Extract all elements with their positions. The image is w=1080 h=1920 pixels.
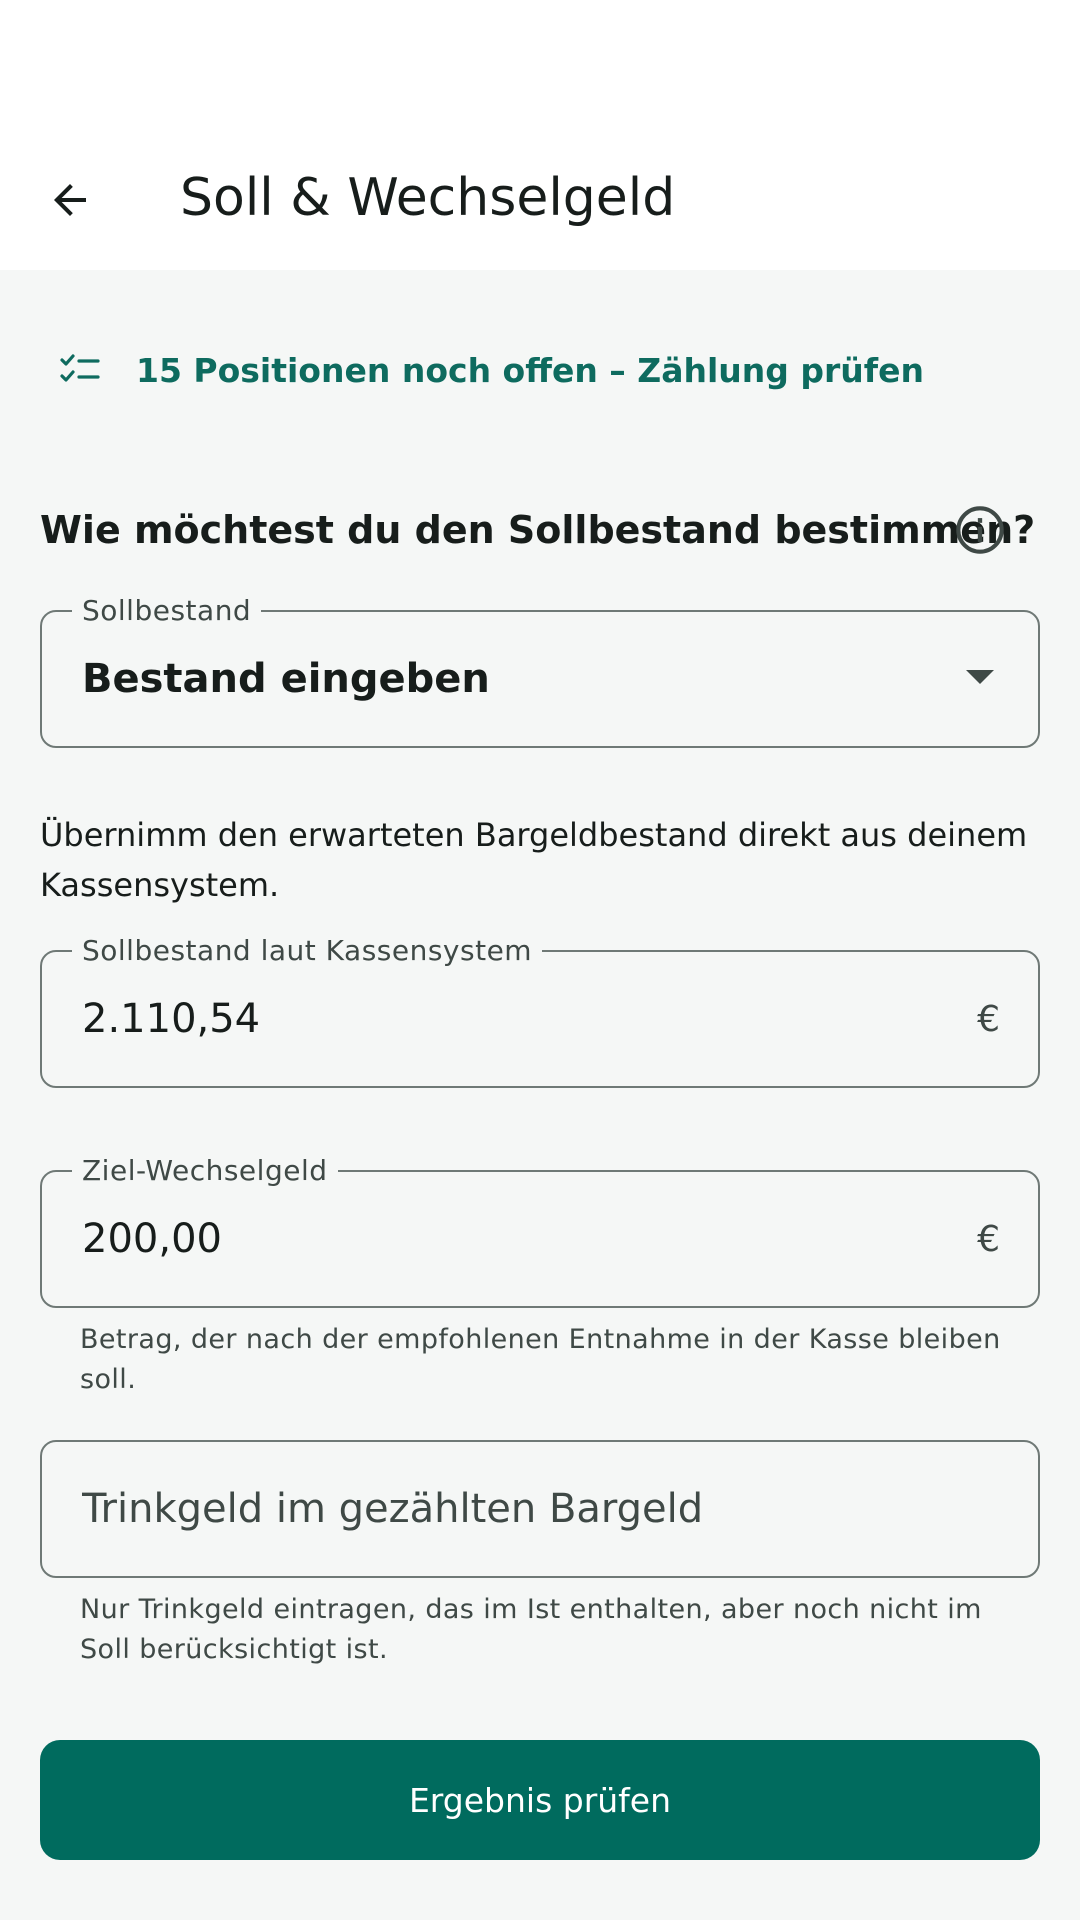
wechselgeld-value: 200,00 bbox=[82, 1216, 222, 1262]
open-positions-label: 15 Positionen noch offen – Zählung prüfe… bbox=[136, 350, 925, 390]
wechselgeld-field[interactable]: Ziel-Wechselgeld 200,00 € bbox=[40, 1155, 1040, 1308]
sollbestand-value: Bestand eingeben bbox=[82, 656, 490, 702]
page-title: Soll & Wechselgeld bbox=[180, 168, 676, 228]
kassensystem-value: 2.110,54 bbox=[82, 996, 261, 1042]
checklist-icon bbox=[60, 350, 116, 390]
sollbestand-select[interactable]: Sollbestand Bestand eingeben bbox=[40, 595, 1040, 748]
trinkgeld-input[interactable] bbox=[82, 1442, 982, 1576]
back-button[interactable] bbox=[38, 168, 102, 232]
info-icon bbox=[956, 506, 1004, 554]
arrow-left-icon bbox=[54, 184, 86, 216]
screen: Soll & Wechselgeld 15 Positionen noch of… bbox=[0, 0, 1080, 1920]
top-app-bar: Soll & Wechselgeld bbox=[0, 0, 1080, 270]
euro-suffix: € bbox=[977, 1218, 1000, 1260]
trinkgeld-field[interactable] bbox=[40, 1440, 1040, 1578]
kassensystem-field[interactable]: Sollbestand laut Kassensystem 2.110,54 € bbox=[40, 935, 1040, 1088]
check-result-button[interactable]: Ergebnis prüfen bbox=[40, 1740, 1040, 1860]
open-positions-link[interactable]: 15 Positionen noch offen – Zählung prüfe… bbox=[60, 340, 924, 400]
trinkgeld-supporting-text: Nur Trinkgeld eintragen, das im Ist enth… bbox=[80, 1594, 982, 1665]
euro-suffix: € bbox=[977, 998, 1000, 1040]
info-button[interactable] bbox=[950, 500, 1010, 560]
description-text: Übernimm den erwarteten Bargeldbestand d… bbox=[40, 816, 1028, 904]
question-heading: Wie möchtest du den Sollbestand bestimme… bbox=[40, 508, 1036, 552]
dropdown-arrow-icon bbox=[966, 670, 994, 684]
wechselgeld-supporting-text: Betrag, der nach der empfohlenen Entnahm… bbox=[80, 1324, 1001, 1395]
